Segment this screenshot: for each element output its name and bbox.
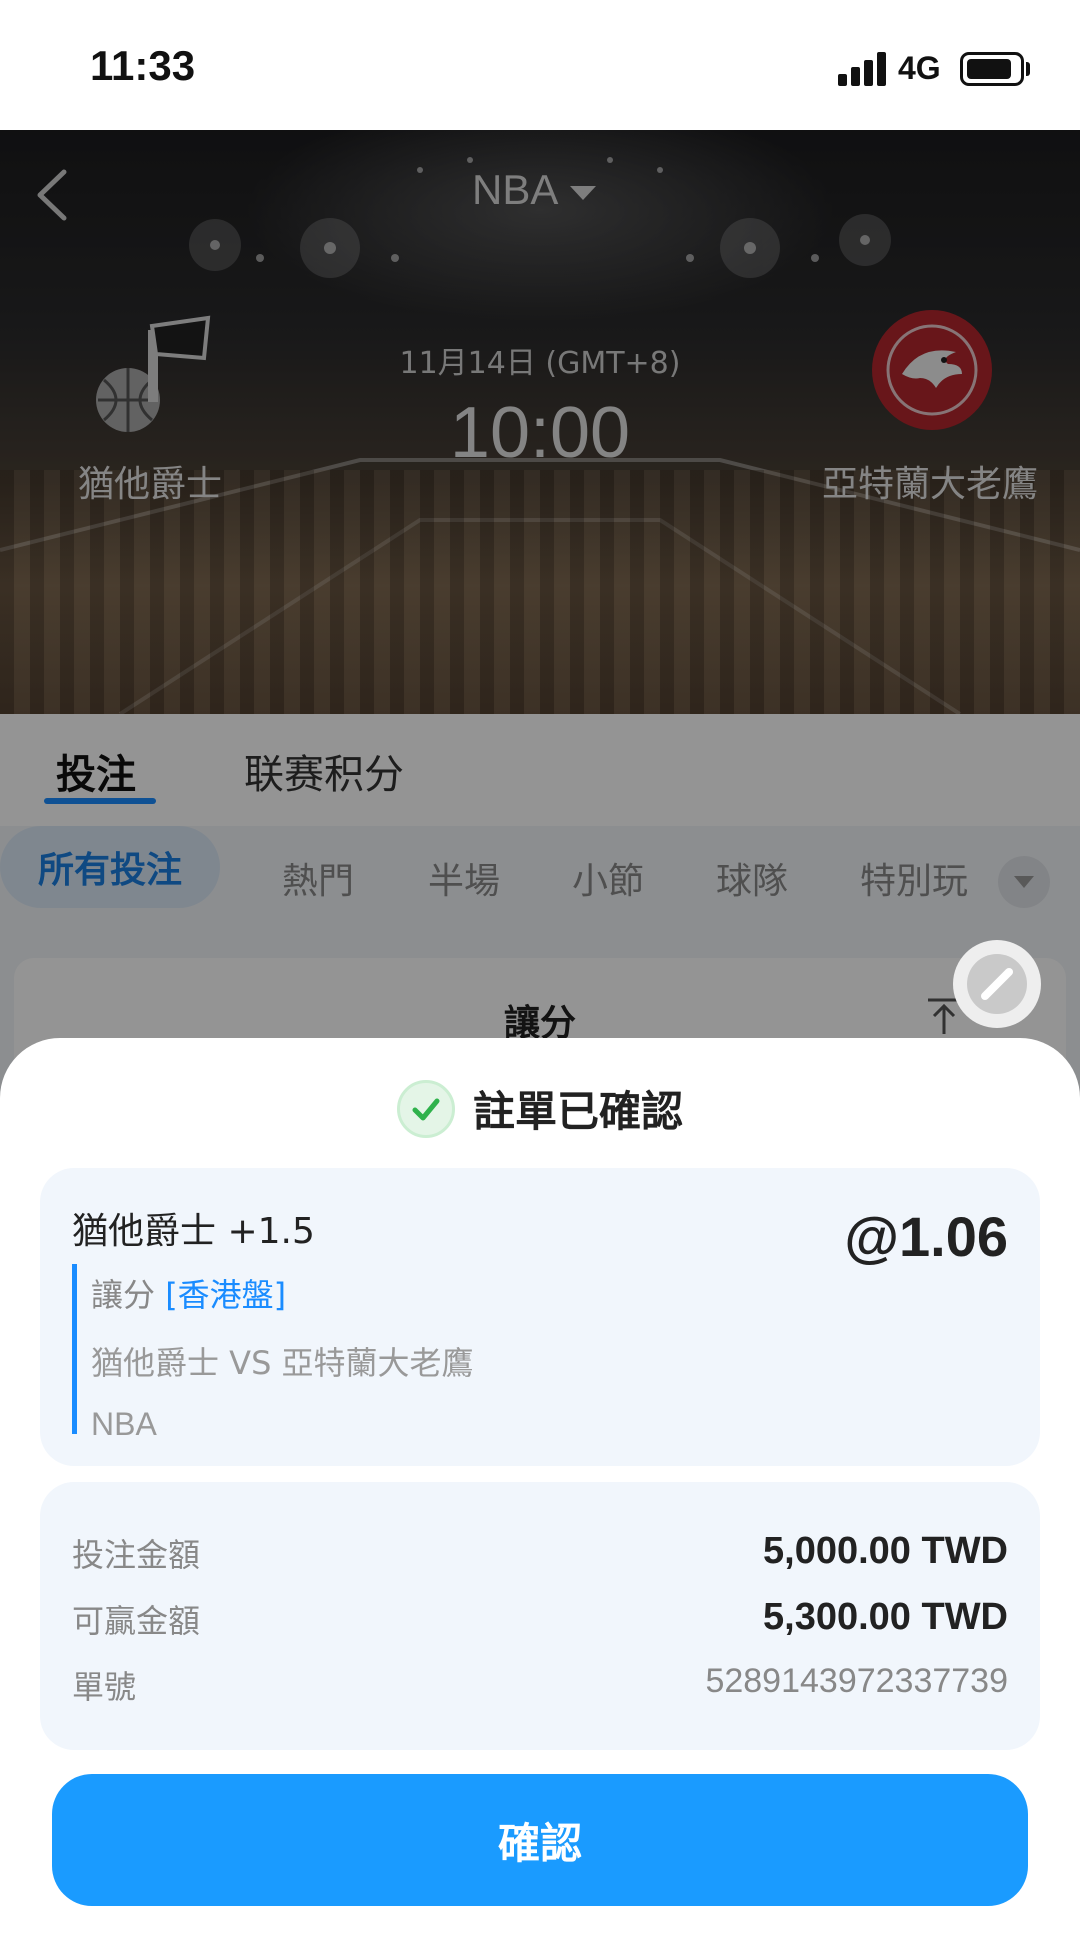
status-bar: 11:33 4G: [0, 0, 1080, 130]
close-icon: [967, 954, 1027, 1014]
bet-detail-card: 猶他爵士 +1.5 @1.06 讓分 [香港盤] 猶他爵士 VS 亞特蘭大老鷹 …: [40, 1168, 1040, 1466]
summary-row-payout: 可贏金額 5,300.00 TWD: [72, 1596, 1008, 1646]
bet-market-row: 讓分 [香港盤]: [91, 1270, 672, 1316]
payout-value: 5,300.00 TWD: [763, 1596, 1008, 1638]
bet-odds: @1.06: [844, 1205, 1008, 1268]
signal-icon: [838, 52, 886, 86]
summary-row-stake: 投注金額 5,000.00 TWD: [72, 1530, 1008, 1580]
screen: 11:33 4G NBA 猶他爵士 11月14日 (GMT+8) 10:00 亞…: [0, 0, 1080, 1951]
bet-matchup: 猶他爵士 VS 亞特蘭大老鷹: [91, 1344, 474, 1382]
bet-confirmation-sheet: 註單已確認 猶他爵士 +1.5 @1.06 讓分 [香港盤] 猶他爵士 VS 亞…: [0, 1038, 1080, 1951]
summary-row-ticket: 單號 5289143972337739: [72, 1662, 1008, 1712]
sheet-header: 註單已確認: [0, 1078, 1080, 1139]
ticket-id-value: 5289143972337739: [705, 1662, 1008, 1700]
sheet-title: 註單已確認: [472, 1087, 683, 1136]
network-label: 4G: [898, 50, 941, 86]
bet-details: 讓分 [香港盤] 猶他爵士 VS 亞特蘭大老鷹 NBA: [72, 1264, 672, 1442]
payout-label: 可贏金額: [72, 1602, 201, 1640]
confirm-button[interactable]: 確認: [52, 1774, 1028, 1906]
bet-market-type: [香港盤]: [165, 1276, 287, 1314]
ticket-id-label: 單號: [72, 1668, 137, 1706]
check-icon: [396, 1079, 455, 1138]
battery-cap-icon: [1026, 62, 1030, 76]
bet-market: 讓分: [91, 1276, 156, 1314]
bet-selection: 猶他爵士 +1.5: [72, 1211, 315, 1252]
stake-label: 投注金額: [72, 1536, 201, 1574]
battery-icon: [960, 52, 1024, 86]
bet-league: NBA: [91, 1406, 157, 1442]
stake-value: 5,000.00 TWD: [763, 1530, 1008, 1572]
status-time: 11:33: [90, 42, 196, 89]
close-button[interactable]: [953, 940, 1041, 1028]
bet-summary-card: 投注金額 5,000.00 TWD 可贏金額 5,300.00 TWD 單號 5…: [40, 1482, 1040, 1750]
